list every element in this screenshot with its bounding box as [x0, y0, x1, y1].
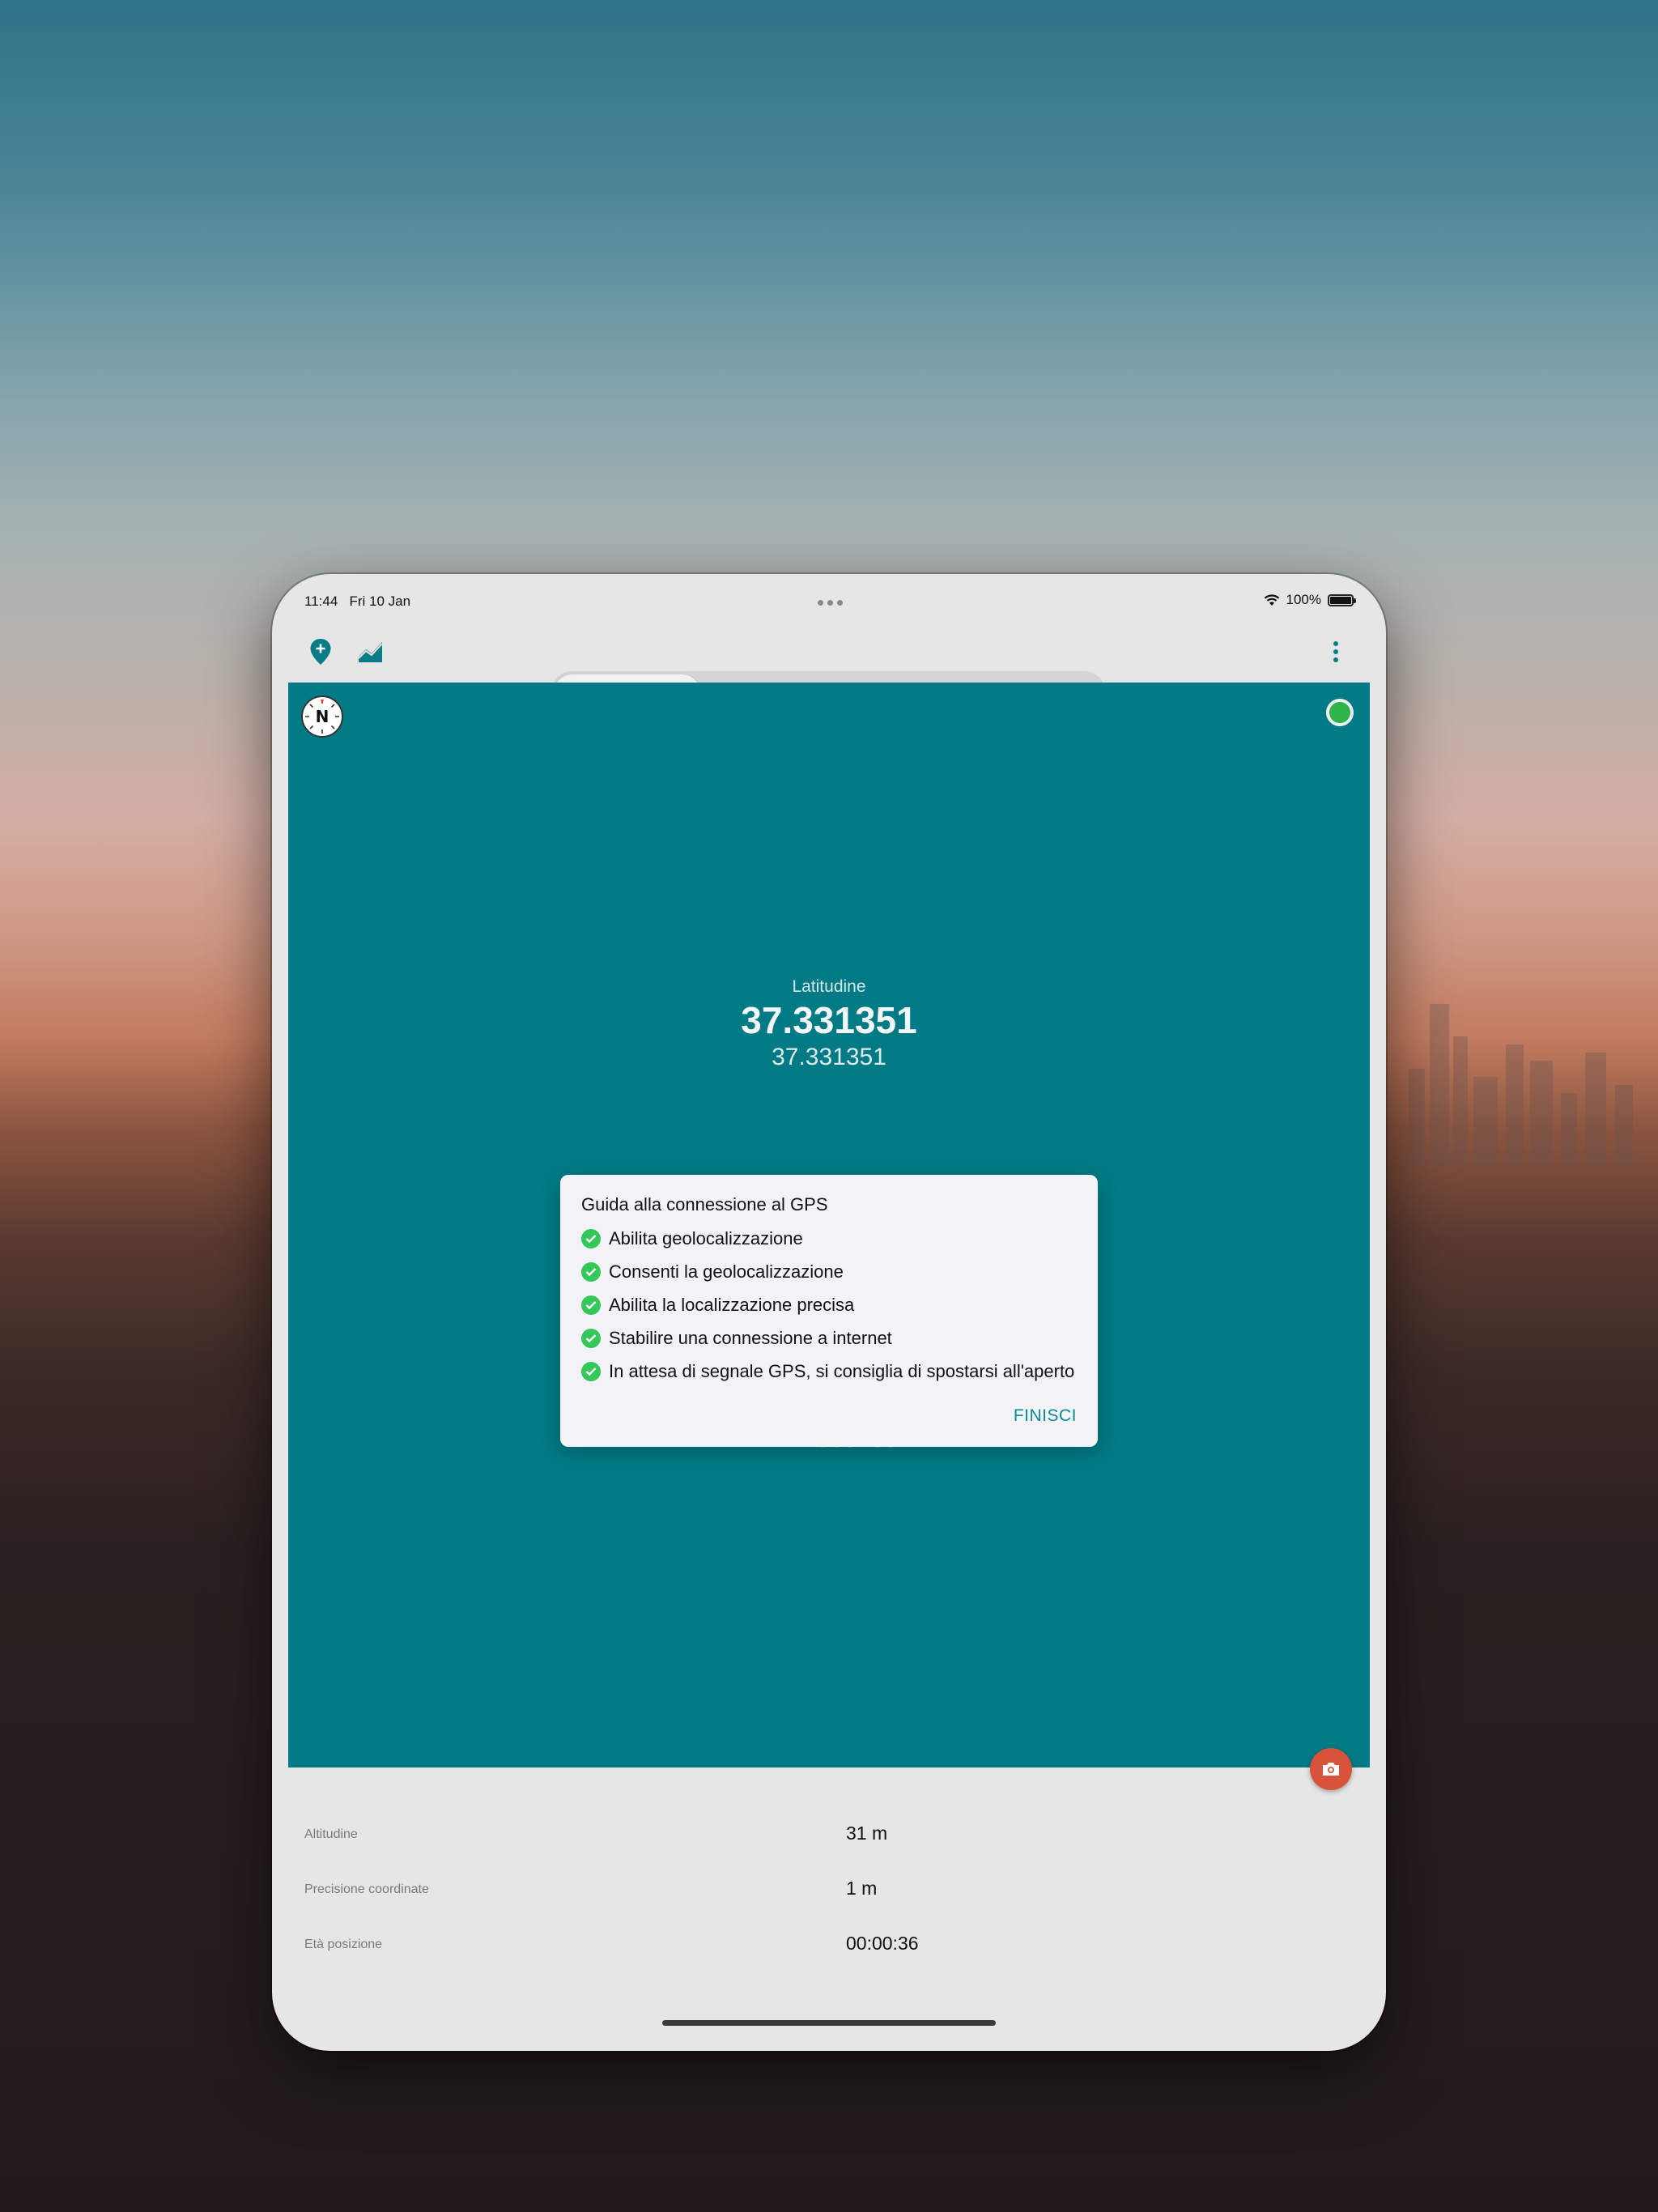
clock-date: Fri 10 Jan: [349, 593, 411, 609]
checklist-item: Abilita la localizzazione precisa: [581, 1288, 1077, 1321]
detail-label: Precisione coordinate: [304, 1882, 429, 1896]
toolbar: Mia posizione Mappa Posizioni salvate Im…: [272, 623, 1386, 715]
detail-label: Altitudine: [304, 1827, 358, 1841]
latitude-alt-value: 37.331351: [772, 1044, 886, 1070]
gps-guide-dialog: Guida alla connessione al GPS Abilita ge…: [560, 1175, 1098, 1447]
detail-value: 31 m: [846, 1823, 888, 1844]
camera-icon: [1323, 1763, 1339, 1776]
finish-button[interactable]: FINISCI: [1014, 1406, 1077, 1426]
checklist-item: In attesa di segnale GPS, si consiglia d…: [581, 1355, 1077, 1388]
checklist-item-label: Abilita la localizzazione precisa: [609, 1294, 855, 1315]
multitasking-dots-icon[interactable]: [818, 600, 843, 606]
status-time: 11:44 Fri 10 Jan: [304, 593, 410, 610]
tablet-frame: 11:44 Fri 10 Jan 100% N Latitudine 37.33…: [272, 574, 1386, 2051]
latitude-label: Latitudine: [792, 977, 866, 996]
camera-button[interactable]: [1310, 1748, 1352, 1790]
gps-status-indicator: [1326, 699, 1354, 726]
wifi-icon: [1264, 593, 1279, 606]
city-skyline: [1376, 955, 1658, 1166]
detail-row-age: Età posizione 00:00:36: [272, 1929, 1386, 1962]
checkmark-circle-icon: [581, 1261, 601, 1282]
battery-icon: [1328, 593, 1356, 606]
status-bar: 11:44 Fri 10 Jan 100%: [272, 574, 1386, 623]
checkmark-circle-icon: [581, 1328, 601, 1348]
detail-value: 1 m: [846, 1878, 878, 1899]
clock-time: 11:44: [304, 593, 338, 609]
latitude-value: 37.331351: [741, 999, 917, 1041]
detail-row-altitude: Altitudine 31 m: [272, 1819, 1386, 1852]
pin-plus-icon: [310, 639, 331, 665]
checklist-item: Consenti la geolocalizzazione: [581, 1255, 1077, 1288]
checklist-item-label: Abilita geolocalizzazione: [609, 1227, 803, 1249]
checkmark-circle-icon: [581, 1361, 601, 1381]
area-chart-icon: [358, 642, 383, 662]
chart-button[interactable]: [351, 632, 390, 671]
checklist-item: Stabilire una connessione a internet: [581, 1321, 1077, 1355]
checklist-item-label: Stabilire una connessione a internet: [609, 1327, 892, 1348]
detail-row-accuracy: Precisione coordinate 1 m: [272, 1874, 1386, 1907]
dialog-title: Guida alla connessione al GPS: [581, 1194, 828, 1214]
checkmark-circle-icon: [581, 1228, 601, 1249]
battery-percent: 100%: [1286, 592, 1321, 607]
checklist-item-label: In attesa di segnale GPS, si consiglia d…: [609, 1360, 1075, 1381]
position-panel: N Latitudine 37.331351 37.331351 -122.03…: [288, 683, 1370, 1767]
detail-value: 00:00:36: [846, 1933, 919, 1954]
status-indicators: 100%: [1264, 592, 1356, 608]
compass-icon[interactable]: N: [301, 696, 343, 738]
home-indicator[interactable]: [662, 2020, 996, 2026]
checklist-item: Abilita geolocalizzazione: [581, 1222, 1077, 1255]
vertical-dots-icon: [1333, 641, 1338, 662]
checkmark-circle-icon: [581, 1295, 601, 1315]
compass-letter: N: [315, 707, 329, 726]
more-options-button[interactable]: [1316, 632, 1355, 671]
latitude-block: Latitudine 37.331351 37.331351: [288, 977, 1370, 1071]
checklist-item-label: Consenti la geolocalizzazione: [609, 1261, 844, 1282]
detail-label: Età posizione: [304, 1938, 383, 1951]
add-location-button[interactable]: [301, 632, 340, 671]
